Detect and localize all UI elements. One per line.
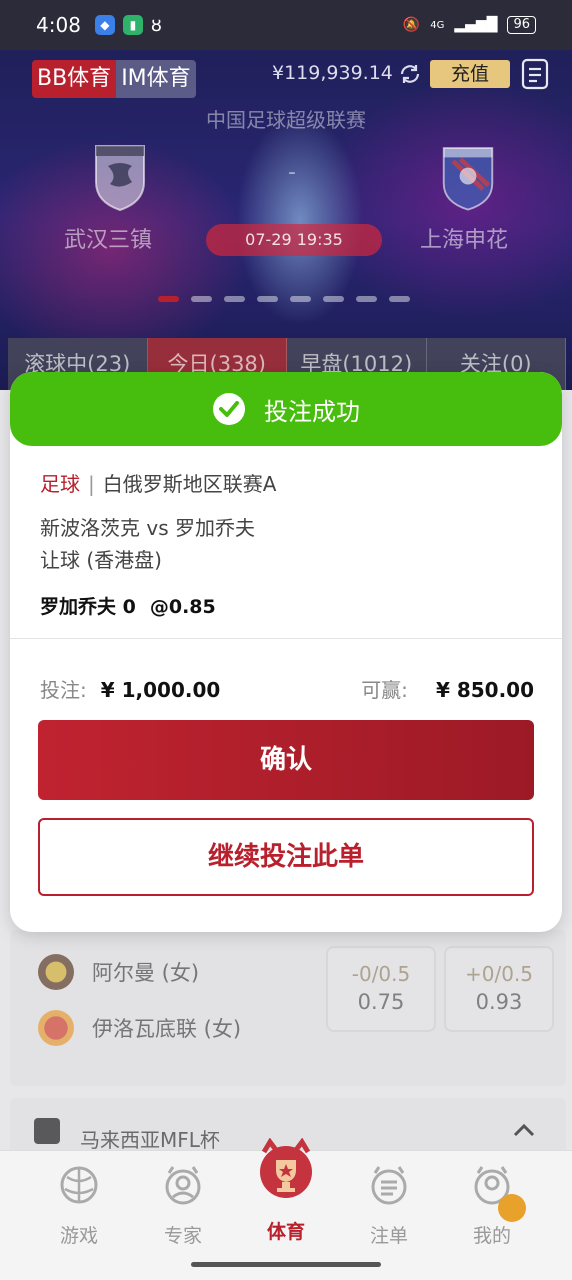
slip-sport: 足球 bbox=[40, 472, 80, 496]
nav-label-games: 游戏 bbox=[59, 1225, 98, 1247]
continue-bet-button[interactable]: 继续投注此单 bbox=[38, 818, 534, 896]
amount-row: 投注: ¥ 1,000.00 可赢: ¥ 850.00 bbox=[40, 674, 534, 703]
success-check-icon bbox=[213, 393, 245, 425]
battery-indicator: 96 bbox=[507, 16, 536, 34]
nav-label-sports: 体育 bbox=[266, 1221, 305, 1243]
glasses-icon: ȣ bbox=[150, 14, 162, 36]
notification-bell-icon[interactable] bbox=[498, 1194, 526, 1222]
banner-pagination[interactable] bbox=[158, 296, 410, 302]
battery-app-icon: ▮ bbox=[122, 15, 143, 35]
home-indicator[interactable] bbox=[191, 1262, 381, 1267]
away-team-logo bbox=[442, 147, 494, 211]
refresh-icon[interactable] bbox=[398, 62, 422, 86]
nav-bets[interactable]: 注单 bbox=[344, 1161, 434, 1248]
nav-label-experts: 专家 bbox=[163, 1225, 202, 1247]
vendor-tab-im[interactable]: IM体育 bbox=[116, 60, 196, 98]
recharge-button[interactable]: 充值 bbox=[430, 60, 510, 88]
dialog-title: 投注成功 bbox=[264, 397, 360, 426]
score-separator: - bbox=[288, 160, 296, 185]
stake-amount: ¥ 1,000.00 bbox=[100, 678, 221, 702]
home-team-name: 武汉三镇 bbox=[64, 228, 153, 253]
banner-league: 中国足球超级联赛 bbox=[206, 108, 366, 132]
nav-experts[interactable]: 专家 bbox=[138, 1161, 228, 1248]
banner-dot[interactable] bbox=[389, 296, 410, 302]
slip-league-line: 足球 | 白俄罗斯地区联赛A bbox=[40, 468, 276, 497]
slip-odds: @0.85 bbox=[149, 596, 216, 618]
win-amount: ¥ 850.00 bbox=[435, 678, 534, 702]
win-label: 可赢: bbox=[361, 678, 408, 702]
vendor-tab-bb[interactable]: BB体育 bbox=[32, 60, 117, 98]
bet-slip-icon bbox=[371, 1166, 407, 1205]
slip-league: 白俄罗斯地区联赛A bbox=[102, 472, 277, 496]
status-time: 4:08 bbox=[36, 13, 81, 37]
games-icon bbox=[60, 1166, 98, 1204]
mute-icon: 🔕 bbox=[402, 17, 421, 33]
banner-dot[interactable] bbox=[290, 296, 311, 302]
app-notification-icon: ◆ bbox=[94, 15, 115, 35]
banner-dot[interactable] bbox=[158, 296, 179, 302]
network-label: 4G bbox=[430, 19, 445, 31]
confirm-button[interactable]: 确认 bbox=[38, 720, 534, 800]
dialog-header: 投注成功 bbox=[10, 372, 562, 446]
slip-pick: 罗加乔夫 0 @0.85 bbox=[40, 592, 216, 619]
bet-record-icon[interactable] bbox=[520, 58, 550, 90]
win-group: 可赢: ¥ 850.00 bbox=[361, 674, 534, 703]
divider bbox=[10, 638, 562, 639]
slip-match: 新波洛茨克 vs 罗加乔夫 bbox=[40, 516, 255, 540]
signal-icon: ▂▄▆█ bbox=[454, 17, 498, 33]
banner-dot[interactable] bbox=[356, 296, 377, 302]
slip-market: 让球 (香港盘) bbox=[40, 548, 162, 572]
banner-dot[interactable] bbox=[257, 296, 278, 302]
home-team-logo bbox=[95, 145, 145, 212]
sports-trophy-icon bbox=[260, 1138, 312, 1198]
vendor-tabs: BB体育 IM体育 bbox=[32, 60, 196, 98]
slip-selection: 罗加乔夫 0 bbox=[40, 596, 136, 618]
banner-dot[interactable] bbox=[191, 296, 212, 302]
nav-label-bets: 注单 bbox=[369, 1225, 408, 1247]
nav-games[interactable]: 游戏 bbox=[34, 1161, 124, 1248]
away-team-name: 上海申花 bbox=[420, 228, 509, 253]
nav-label-mine: 我的 bbox=[472, 1225, 511, 1247]
expert-icon bbox=[165, 1166, 201, 1205]
bet-success-dialog: 投注成功 足球 | 白俄罗斯地区联赛A 新波洛茨克 vs 罗加乔夫 让球 (香港盘)… bbox=[10, 372, 562, 932]
kickoff-time: 07-29 19:35 bbox=[206, 224, 382, 256]
banner-dot[interactable] bbox=[224, 296, 245, 302]
status-bar: 4:08 ◆ ▮ ȣ 🔕 4G ▂▄▆█ 96 bbox=[0, 0, 572, 50]
banner-dot[interactable] bbox=[323, 296, 344, 302]
stake-label: 投注: bbox=[40, 678, 87, 702]
slip-separator: | bbox=[88, 472, 95, 496]
balance: ¥119,939.14 bbox=[272, 62, 393, 84]
